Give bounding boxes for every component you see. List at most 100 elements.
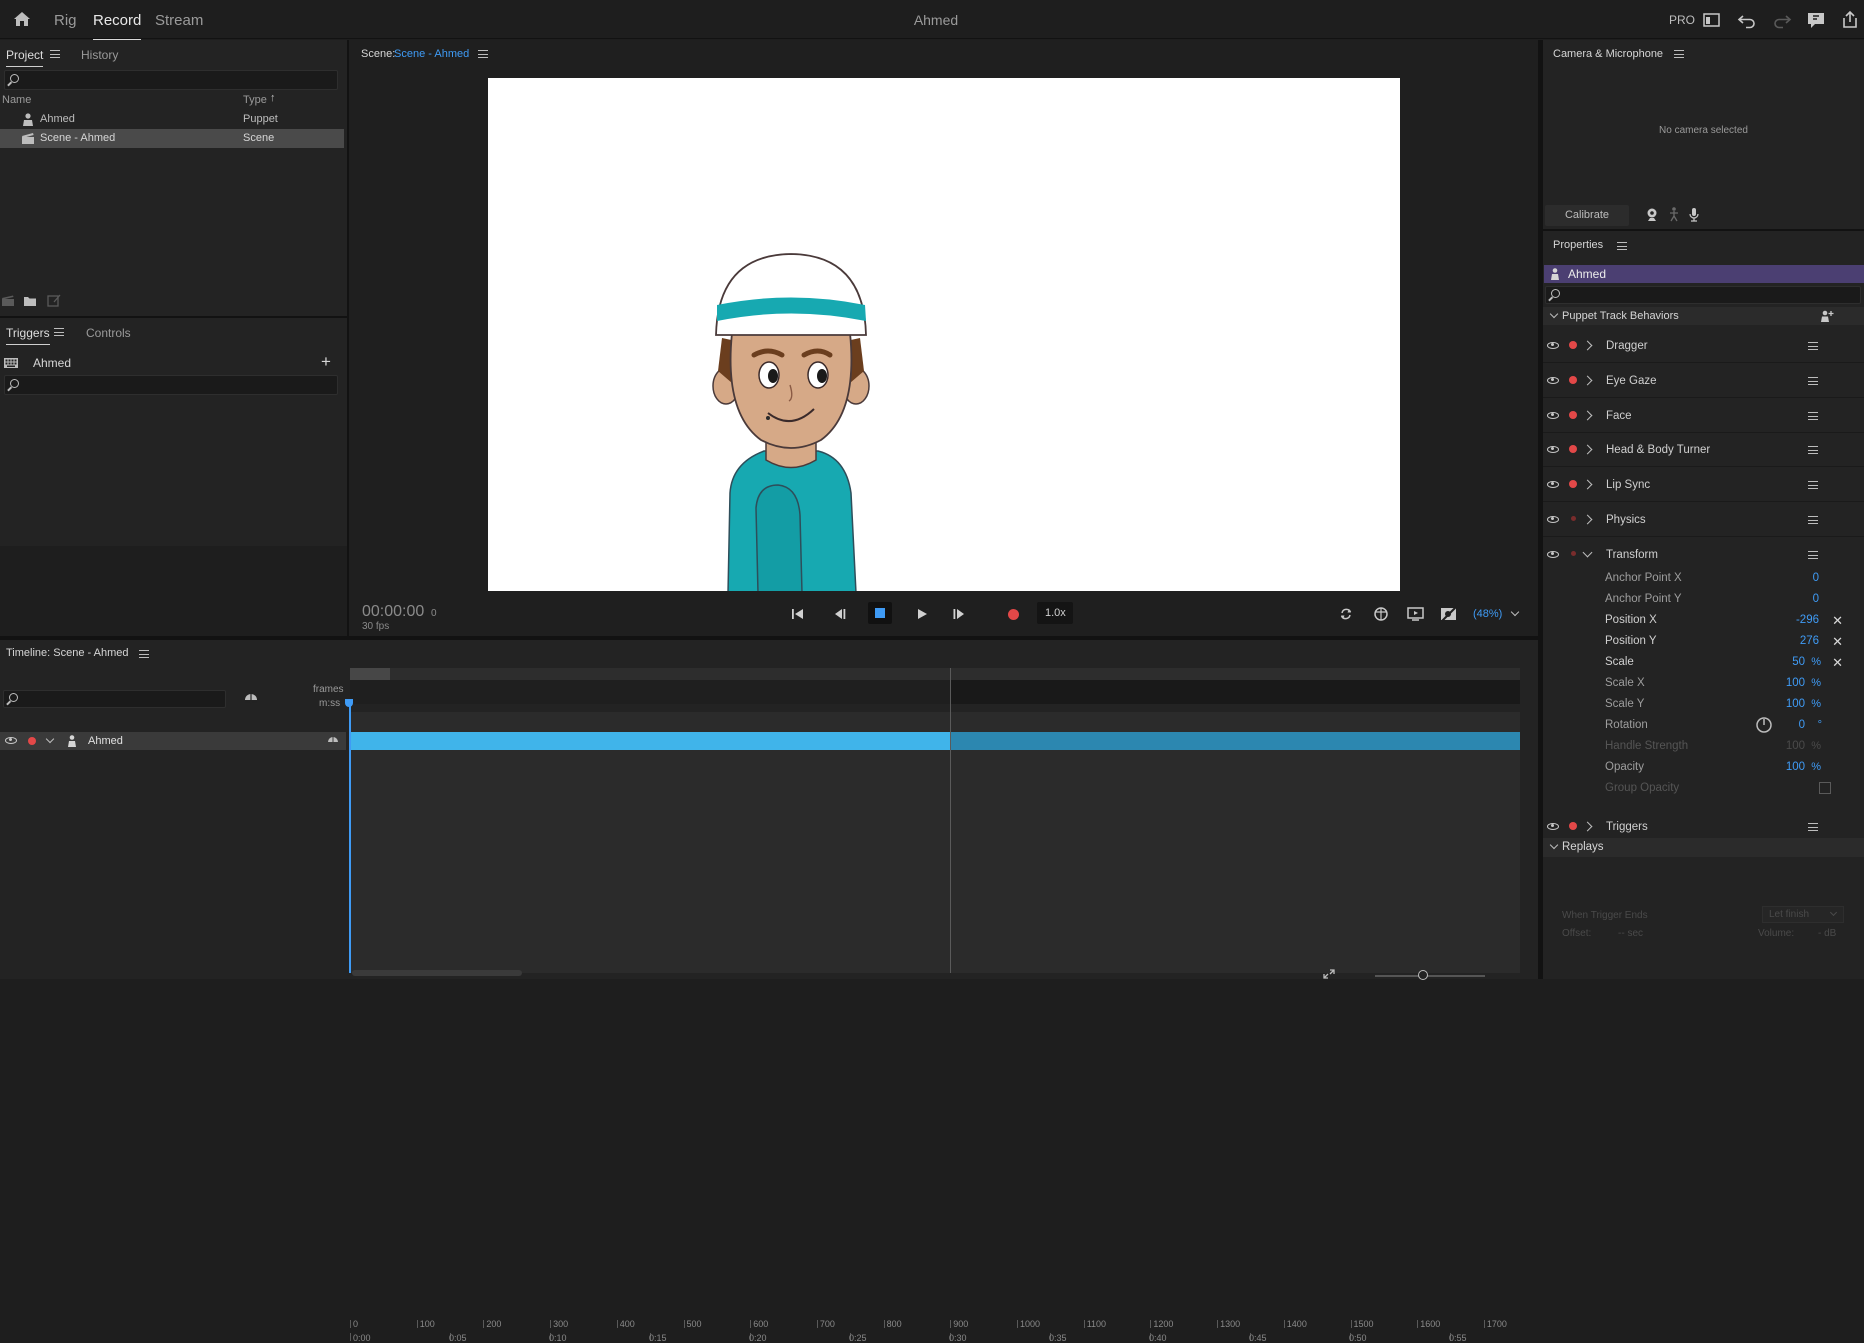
param-value[interactable]: 100 bbox=[1786, 698, 1805, 710]
param-value[interactable]: -296 bbox=[1796, 614, 1819, 626]
camera-menu-icon[interactable] bbox=[1674, 50, 1684, 58]
behavior-menu-icon[interactable] bbox=[1808, 376, 1818, 385]
expand-chevron-icon[interactable] bbox=[1582, 340, 1593, 351]
expand-chevron-icon[interactable] bbox=[45, 734, 55, 744]
when-trigger-ends-select[interactable]: Let finish bbox=[1762, 906, 1844, 923]
expand-chevron-icon[interactable] bbox=[1582, 479, 1593, 490]
replays-section[interactable]: Replays bbox=[1543, 838, 1864, 857]
column-name-header[interactable]: Name bbox=[2, 94, 31, 106]
properties-menu-icon[interactable] bbox=[1617, 242, 1627, 250]
volume-value[interactable]: - dB bbox=[1818, 928, 1836, 939]
expand-chevron-icon[interactable] bbox=[1582, 514, 1593, 525]
timeline-scrollbar[interactable] bbox=[352, 970, 522, 976]
visibility-eye-icon[interactable] bbox=[1547, 550, 1559, 558]
add-trigger-button[interactable]: + bbox=[321, 352, 331, 372]
behavior-row[interactable]: Eye Gaze bbox=[1543, 364, 1864, 398]
mute-stage-icon[interactable] bbox=[1440, 605, 1458, 622]
param-value[interactable]: 0 bbox=[1799, 719, 1805, 731]
record-arm-icon[interactable] bbox=[1569, 341, 1577, 349]
transform-param-row[interactable]: Scale Y 100% bbox=[1605, 695, 1845, 715]
work-area-handle[interactable] bbox=[350, 668, 390, 680]
rotation-dial-icon[interactable] bbox=[1755, 716, 1773, 734]
visibility-eye-icon[interactable] bbox=[1547, 376, 1559, 384]
puppet-character[interactable] bbox=[706, 253, 881, 591]
track-area[interactable] bbox=[350, 712, 1520, 973]
timeline-menu-icon[interactable] bbox=[139, 650, 149, 658]
param-value[interactable]: 0 bbox=[1813, 593, 1819, 605]
zoom-dropdown-icon[interactable] bbox=[1510, 607, 1520, 617]
section-collapse-icon[interactable] bbox=[1549, 309, 1559, 319]
transform-param-row[interactable]: Scale 50% ✕ bbox=[1605, 653, 1845, 673]
timeline-search-input[interactable] bbox=[3, 690, 226, 708]
puppet-track-behaviors-section[interactable]: Puppet Track Behaviors bbox=[1543, 307, 1864, 325]
zoom-fit-icon[interactable] bbox=[1323, 969, 1335, 979]
transform-param-row[interactable]: Group Opacity bbox=[1605, 779, 1845, 799]
project-search-input[interactable] bbox=[4, 70, 338, 90]
stream-output-icon[interactable] bbox=[1407, 606, 1425, 622]
loop-icon[interactable] bbox=[1339, 607, 1353, 621]
visibility-eye-icon[interactable] bbox=[5, 737, 17, 744]
param-value[interactable]: 276 bbox=[1800, 635, 1819, 647]
properties-search-input[interactable] bbox=[1545, 286, 1861, 304]
track-filter-icon[interactable] bbox=[244, 692, 258, 705]
param-value[interactable]: 0 bbox=[1813, 572, 1819, 584]
track-bar-extension[interactable] bbox=[950, 732, 1520, 750]
reset-x-icon[interactable]: ✕ bbox=[1832, 655, 1843, 671]
share-icon[interactable] bbox=[1840, 10, 1860, 30]
visibility-eye-icon[interactable] bbox=[1547, 342, 1559, 349]
behavior-menu-icon[interactable] bbox=[1808, 342, 1818, 350]
play-icon[interactable] bbox=[916, 608, 928, 620]
expand-chevron-icon[interactable] bbox=[1582, 375, 1593, 386]
timeline-ruler[interactable] bbox=[350, 668, 1520, 704]
transform-param-row[interactable]: Anchor Point X 0 bbox=[1605, 569, 1845, 589]
behavior-row[interactable]: Physics bbox=[1543, 503, 1864, 537]
microphone-icon[interactable] bbox=[1689, 207, 1699, 222]
track-bar[interactable] bbox=[350, 732, 950, 750]
expand-chevron-icon[interactable] bbox=[1582, 547, 1593, 558]
calibrate-button[interactable]: Calibrate bbox=[1545, 205, 1629, 226]
reset-x-icon[interactable]: ✕ bbox=[1832, 634, 1843, 650]
record-arm-icon[interactable] bbox=[1569, 445, 1577, 454]
body-tracking-icon[interactable] bbox=[1668, 207, 1680, 222]
webcam-icon[interactable] bbox=[1646, 208, 1658, 222]
transform-param-row[interactable]: Position X -296 ✕ bbox=[1605, 611, 1845, 631]
behavior-row[interactable]: Dragger bbox=[1543, 329, 1864, 363]
tab-triggers[interactable]: Triggers bbox=[6, 326, 50, 345]
scene-canvas[interactable] bbox=[488, 78, 1400, 591]
expand-chevron-icon[interactable] bbox=[1582, 410, 1593, 421]
tab-project[interactable]: Project bbox=[6, 48, 44, 67]
transform-param-row[interactable]: Position Y 276 ✕ bbox=[1605, 632, 1845, 652]
behavior-row[interactable]: Transform bbox=[1543, 538, 1864, 572]
behavior-menu-icon[interactable] bbox=[1808, 481, 1818, 490]
visibility-eye-icon[interactable] bbox=[1547, 481, 1559, 489]
visibility-eye-icon[interactable] bbox=[1547, 411, 1559, 419]
step-back-icon[interactable] bbox=[833, 608, 847, 620]
add-behavior-icon[interactable] bbox=[1820, 310, 1834, 322]
go-to-start-icon[interactable] bbox=[791, 608, 805, 620]
reset-x-icon[interactable]: ✕ bbox=[1832, 613, 1843, 629]
record-arm-icon[interactable] bbox=[1569, 822, 1577, 830]
section-collapse-icon[interactable] bbox=[1549, 840, 1559, 850]
stop-button[interactable] bbox=[868, 602, 892, 624]
expand-chevron-icon[interactable] bbox=[1582, 444, 1593, 455]
visibility-eye-icon[interactable] bbox=[1547, 823, 1559, 830]
record-arm-icon[interactable] bbox=[1571, 516, 1576, 521]
list-item[interactable]: Ahmed Puppet bbox=[0, 110, 344, 129]
record-arm-icon[interactable] bbox=[1571, 550, 1576, 556]
behavior-row[interactable]: Lip Sync bbox=[1543, 468, 1864, 503]
folder-icon[interactable] bbox=[23, 295, 37, 307]
param-value[interactable]: 100 bbox=[1786, 740, 1805, 752]
transform-param-row[interactable]: Rotation 0 ° bbox=[1605, 716, 1845, 736]
offset-value[interactable]: -- sec bbox=[1618, 928, 1643, 939]
new-item-icon[interactable] bbox=[47, 294, 61, 307]
new-scene-icon[interactable] bbox=[1, 295, 15, 307]
panel-layout-icon[interactable] bbox=[1702, 10, 1722, 30]
expand-chevron-icon[interactable] bbox=[1582, 821, 1593, 832]
behavior-menu-icon[interactable] bbox=[1808, 446, 1818, 455]
redo-icon[interactable] bbox=[1772, 10, 1792, 30]
project-menu-icon[interactable] bbox=[50, 50, 60, 58]
transform-param-row[interactable]: Handle Strength 100% bbox=[1605, 737, 1845, 757]
zoom-level[interactable]: (48%) bbox=[1473, 608, 1502, 620]
param-value[interactable]: 100 bbox=[1786, 761, 1805, 773]
transform-param-row[interactable]: Anchor Point Y 0 bbox=[1605, 590, 1845, 610]
